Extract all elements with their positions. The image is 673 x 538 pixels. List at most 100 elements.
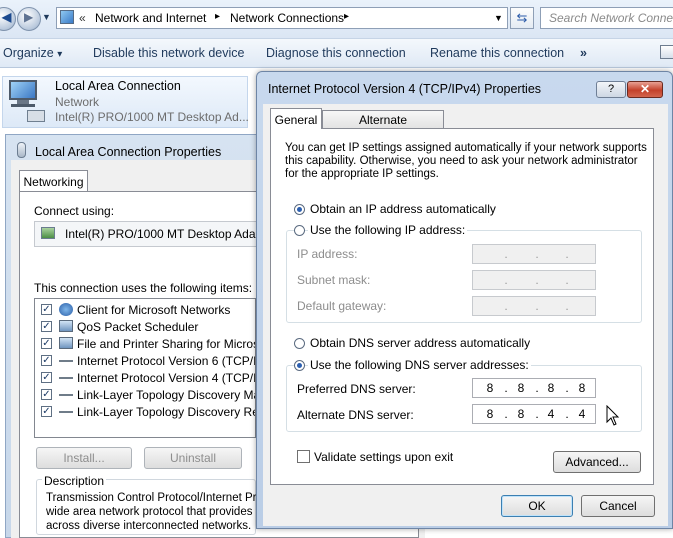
tab-general[interactable]: General <box>270 108 322 129</box>
use-following-dns-label[interactable]: Use the following DNS server addresses: <box>308 358 531 372</box>
address-box[interactable]: « Network and Internet ▸ Network Connect… <box>56 7 508 29</box>
connect-using-label: Connect using: <box>34 204 115 218</box>
item-label: Internet Protocol Version 6 (TCP/IPv6) <box>77 354 255 368</box>
control-panel-icon <box>60 10 74 24</box>
item-label: QoS Packet Scheduler <box>77 320 199 334</box>
obtain-dns-auto-label[interactable]: Obtain DNS server address automatically <box>310 336 530 350</box>
organize-menu[interactable]: Organize ▾ <box>3 46 62 60</box>
description-line: Transmission Control Protocol/Internet P… <box>46 492 256 504</box>
ip-address-label: IP address: <box>297 247 358 261</box>
refresh-icon: ⇆ <box>516 10 528 25</box>
breadcrumb-network-and-internet[interactable]: Network and Internet <box>95 11 206 25</box>
item-label: Client for Microsoft Networks <box>77 303 231 317</box>
item-label: Link-Layer Topology Discovery Mapper I/O… <box>77 388 255 402</box>
more-commands-button[interactable]: » <box>580 46 587 60</box>
protocol-icon <box>59 394 73 396</box>
back-arrow-icon: ◀ <box>2 10 12 24</box>
lan-properties-title: Local Area Connection Properties <box>35 145 222 159</box>
ok-button[interactable]: OK <box>501 495 573 517</box>
uninstall-button[interactable]: Uninstall <box>144 447 242 469</box>
intro-line: this capability. Otherwise, you need to … <box>285 155 638 167</box>
use-following-ip-radio[interactable] <box>294 225 305 236</box>
intro-line: for the appropriate IP settings. <box>285 168 439 180</box>
preferred-dns-label: Preferred DNS server: <box>297 382 416 396</box>
rename-connection-button[interactable]: Rename this connection <box>430 46 564 60</box>
breadcrumb-separator-icon[interactable]: ▸ <box>344 11 349 22</box>
install-button[interactable]: Install... <box>36 447 132 469</box>
validate-label[interactable]: Validate settings upon exit <box>314 450 453 464</box>
dns-octet: 8 <box>486 381 494 395</box>
item-label: File and Printer Sharing for Microsoft N… <box>77 337 255 351</box>
mouse-cursor-icon <box>606 405 620 426</box>
description-line: wide area network protocol that provides… <box>46 506 256 518</box>
obtain-ip-auto-radio[interactable] <box>294 204 305 215</box>
protocol-icon <box>59 377 73 379</box>
preferred-dns-field[interactable]: 8 . 8 . 8 . 8 <box>472 378 596 398</box>
intro-line: You can get IP settings assigned automat… <box>285 142 647 154</box>
item-checkbox[interactable]: ✓ <box>41 338 52 349</box>
cancel-button[interactable]: Cancel <box>581 495 655 517</box>
item-checkbox[interactable]: ✓ <box>41 304 52 315</box>
default-gateway-field[interactable]: ... <box>472 296 596 316</box>
back-button[interactable]: ◀ <box>0 7 16 31</box>
advanced-button[interactable]: Advanced... <box>553 451 641 473</box>
close-icon: ✕ <box>639 82 651 96</box>
tab-networking[interactable]: Networking <box>19 170 88 192</box>
protocol-icon <box>59 411 73 413</box>
item-checkbox[interactable]: ✓ <box>41 389 52 400</box>
forward-arrow-icon: ▶ <box>24 10 34 24</box>
connection-adapter: Intel(R) PRO/1000 MT Desktop Ad... <box>55 110 249 124</box>
connection-item[interactable]: Local Area Connection Network Intel(R) P… <box>2 76 249 128</box>
service-icon <box>59 337 73 349</box>
item-checkbox[interactable]: ✓ <box>41 372 52 383</box>
use-following-ip-label[interactable]: Use the following IP address: <box>308 223 468 237</box>
organize-chevron-icon: ▾ <box>57 49 63 60</box>
breadcrumb-overflow[interactable]: « <box>79 11 86 25</box>
address-dropdown-icon[interactable]: ▼ <box>494 13 503 23</box>
alternate-dns-field[interactable]: 8 . 8 . 4 . 4 <box>472 404 596 424</box>
command-toolbar: Organize ▾ Disable this network device D… <box>0 38 673 68</box>
view-options-icon[interactable] <box>660 45 673 59</box>
breadcrumb-separator-icon[interactable]: ▸ <box>215 11 220 22</box>
ip-address-field[interactable]: ... <box>472 244 596 264</box>
items-label: This connection uses the following items… <box>34 281 253 295</box>
breadcrumb-network-connections[interactable]: Network Connections <box>230 11 344 25</box>
dns-octet: 8 <box>486 407 494 421</box>
dns-octet: 8 <box>547 381 555 395</box>
obtain-ip-auto-label[interactable]: Obtain an IP address automatically <box>310 202 496 216</box>
refresh-button[interactable]: ⇆ <box>510 7 534 29</box>
subnet-mask-field[interactable]: ... <box>472 270 596 290</box>
description-line: across diverse interconnected networks. <box>46 520 252 532</box>
alternate-dns-label: Alternate DNS server: <box>297 408 414 422</box>
network-adapter-icon <box>5 80 45 122</box>
recent-pages-chevron-icon[interactable]: ▼ <box>42 12 51 22</box>
components-list[interactable]: ✓ Client for Microsoft Networks ✓ QoS Pa… <box>34 298 256 438</box>
obtain-dns-auto-radio[interactable] <box>294 338 305 349</box>
protocol-icon <box>59 360 73 362</box>
validate-checkbox[interactable] <box>297 450 310 463</box>
disable-device-button[interactable]: Disable this network device <box>93 46 244 60</box>
diagnose-connection-button[interactable]: Diagnose this connection <box>266 46 406 60</box>
adapter-field[interactable]: Intel(R) PRO/1000 MT Desktop Adapter <box>34 221 277 247</box>
dns-octet: 8 <box>517 381 525 395</box>
item-checkbox[interactable]: ✓ <box>41 355 52 366</box>
use-following-dns-radio[interactable] <box>294 360 305 371</box>
dns-octet: 4 <box>547 407 555 421</box>
network-icon <box>17 142 26 158</box>
organize-label: Organize <box>3 46 54 60</box>
service-icon <box>59 320 73 332</box>
address-bar-row: ◀ ▶ ▼ « Network and Internet ▸ Network C… <box>0 0 673 38</box>
forward-button[interactable]: ▶ <box>17 7 41 31</box>
help-button[interactable]: ? <box>596 81 626 98</box>
connection-name: Local Area Connection <box>55 79 181 93</box>
tab-alternate-configuration[interactable]: Alternate Configuration <box>322 110 444 141</box>
item-checkbox[interactable]: ✓ <box>41 321 52 332</box>
close-button[interactable]: ✕ <box>627 81 663 98</box>
item-checkbox[interactable]: ✓ <box>41 406 52 417</box>
dialog-title: Internet Protocol Version 4 (TCP/IPv4) P… <box>268 82 542 96</box>
description-text: Transmission Control Protocol/Internet P… <box>46 491 256 533</box>
connection-status: Network <box>55 95 100 109</box>
dns-octet: 8 <box>517 407 525 421</box>
search-input[interactable]: Search Network Connections <box>540 7 673 29</box>
adapter-name: Intel(R) PRO/1000 MT Desktop Adapter <box>65 227 277 241</box>
